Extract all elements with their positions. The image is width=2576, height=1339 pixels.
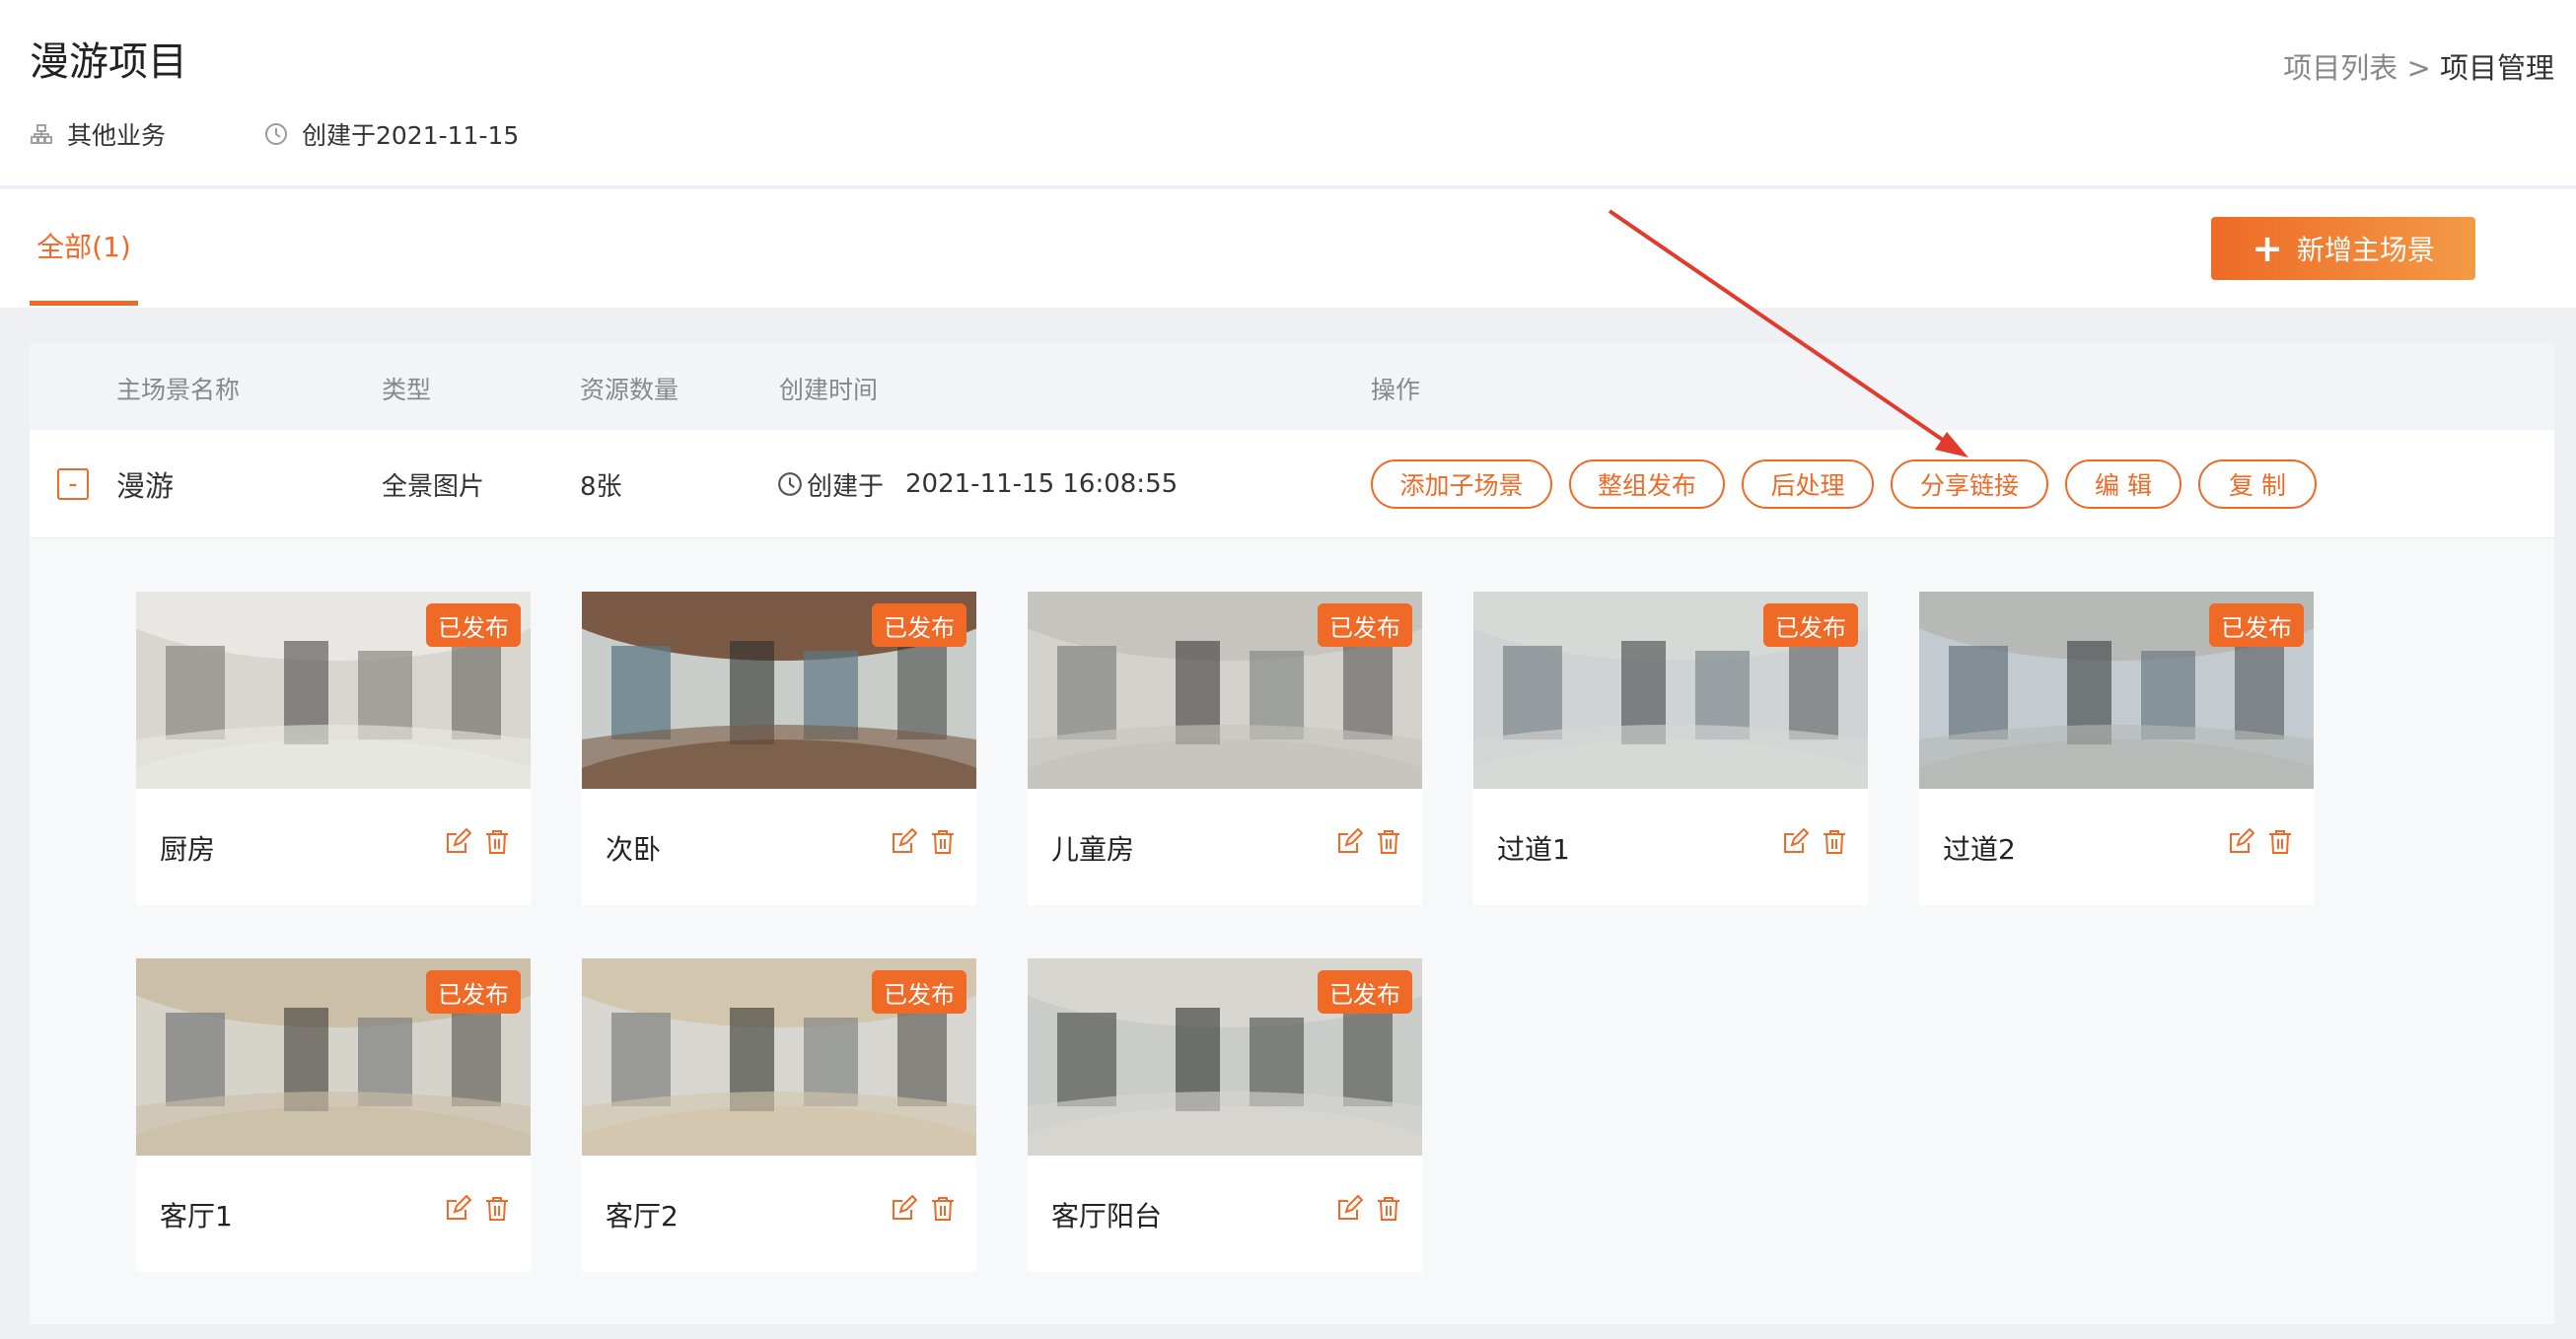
scene-card[interactable]: 已发布过道2 <box>1919 592 2314 905</box>
copy-button[interactable]: 复 制 <box>2198 459 2317 509</box>
scene-card[interactable]: 已发布过道1 <box>1473 592 1868 905</box>
category-label: 其他业务 <box>67 121 167 150</box>
scene-actions <box>1781 828 1848 856</box>
add-main-scene-button[interactable]: + 新增主场景 <box>2211 217 2475 280</box>
trash-icon[interactable] <box>2266 828 2294 856</box>
edit-icon[interactable] <box>444 1195 471 1223</box>
col-header-type: 类型 <box>382 376 432 404</box>
page-header: 漫游项目 其他业务 创建于2021-11-15 项目列表 > 项目管理 <box>0 0 2576 187</box>
scene-actions <box>2227 828 2294 856</box>
table-row: - 漫游 全景图片 8张 创建于 2021-11-15 16:08:55 添加子… <box>30 430 2554 538</box>
col-header-count: 资源数量 <box>580 376 680 404</box>
scene-actions <box>890 1195 957 1223</box>
edit-icon[interactable] <box>2227 828 2254 856</box>
breadcrumb-current: 项目管理 <box>2439 51 2554 85</box>
project-created: 创建于2021-11-15 <box>264 116 519 152</box>
published-badge: 已发布 <box>426 970 521 1014</box>
trash-icon[interactable] <box>1821 828 1848 856</box>
edit-icon[interactable] <box>1335 1195 1363 1223</box>
scene-thumbnail[interactable]: 已发布 <box>1028 958 1422 1156</box>
plus-icon: + <box>2252 227 2283 270</box>
scene-group-count: 8张 <box>580 471 622 502</box>
published-badge: 已发布 <box>426 603 521 647</box>
trash-icon[interactable] <box>929 828 957 856</box>
scene-thumbnail[interactable]: 已发布 <box>582 592 976 789</box>
created-label: 创建于2021-11-15 <box>302 121 520 150</box>
scene-thumbnail[interactable]: 已发布 <box>1473 592 1868 789</box>
scene-group-type: 全景图片 <box>382 471 485 502</box>
edit-button[interactable]: 编 辑 <box>2065 459 2182 509</box>
breadcrumb-separator: > <box>2397 51 2440 85</box>
tab-bar: 全部(1) + 新增主场景 <box>0 189 2576 308</box>
clock-icon <box>264 122 288 146</box>
page-title: 漫游项目 <box>30 39 187 85</box>
trash-icon[interactable] <box>483 1195 511 1223</box>
scene-name: 厨房 <box>160 833 216 866</box>
scene-card[interactable]: 已发布次卧 <box>582 592 976 905</box>
add-sub-scene-button[interactable]: 添加子场景 <box>1371 459 1552 509</box>
publish-group-button[interactable]: 整组发布 <box>1569 459 1725 509</box>
scene-thumbnail[interactable]: 已发布 <box>136 958 531 1156</box>
col-header-name: 主场景名称 <box>116 376 241 404</box>
project-category: 其他业务 <box>30 116 166 152</box>
col-header-created: 创建时间 <box>779 376 879 404</box>
scene-name: 过道1 <box>1497 833 1570 866</box>
trash-icon[interactable] <box>1375 828 1402 856</box>
post-process-button[interactable]: 后处理 <box>1742 459 1874 509</box>
edit-icon[interactable] <box>444 828 471 856</box>
scene-actions <box>890 828 957 856</box>
scene-name: 客厅1 <box>160 1200 233 1233</box>
published-badge: 已发布 <box>872 603 966 647</box>
scene-card[interactable]: 已发布厨房 <box>136 592 531 905</box>
created-prefix: 创建于 <box>807 471 885 502</box>
scene-card[interactable]: 已发布儿童房 <box>1028 592 1422 905</box>
row-operations: 添加子场景 整组发布 后处理 分享链接 编 辑 复 制 <box>1371 430 2317 538</box>
scene-thumbnail[interactable]: 已发布 <box>1028 592 1422 789</box>
published-badge: 已发布 <box>872 970 966 1014</box>
published-badge: 已发布 <box>2209 603 2304 647</box>
scene-card[interactable]: 已发布客厅1 <box>136 958 531 1272</box>
edit-icon[interactable] <box>890 828 917 856</box>
edit-icon[interactable] <box>1335 828 1363 856</box>
collapse-toggle[interactable]: - <box>57 468 89 500</box>
scene-name: 客厅2 <box>606 1200 679 1233</box>
scene-actions <box>444 828 511 856</box>
scene-name: 过道2 <box>1943 833 2016 866</box>
published-badge: 已发布 <box>1763 603 1858 647</box>
scene-card[interactable]: 已发布客厅2 <box>582 958 976 1272</box>
table-header: 主场景名称 类型 资源数量 创建时间 操作 <box>30 343 2554 430</box>
edit-icon[interactable] <box>1781 828 1809 856</box>
org-icon <box>30 122 53 146</box>
scene-actions <box>1335 828 1402 856</box>
scene-thumbnail[interactable]: 已发布 <box>1919 592 2314 789</box>
col-header-ops: 操作 <box>1371 376 1421 404</box>
scene-actions <box>1335 1195 1402 1223</box>
created-time: 2021-11-15 16:08:55 <box>905 469 1179 499</box>
scene-thumbnail[interactable]: 已发布 <box>136 592 531 789</box>
add-main-scene-label: 新增主场景 <box>2296 234 2435 266</box>
breadcrumb-parent[interactable]: 项目列表 <box>2283 51 2397 85</box>
tab-all[interactable]: 全部(1) <box>30 189 138 306</box>
trash-icon[interactable] <box>483 828 511 856</box>
scene-card[interactable]: 已发布客厅阳台 <box>1028 958 1422 1272</box>
clock-icon <box>777 471 803 497</box>
share-link-button[interactable]: 分享链接 <box>1891 459 2048 509</box>
scene-group-name: 漫游 <box>116 469 175 503</box>
scene-name: 次卧 <box>606 833 662 866</box>
scene-group-created: 创建于 2021-11-15 16:08:55 <box>777 430 1178 538</box>
scene-table-panel: 主场景名称 类型 资源数量 创建时间 操作 - 漫游 全景图片 8张 创建于 2… <box>30 343 2554 1324</box>
scene-name: 客厅阳台 <box>1051 1200 1163 1233</box>
scene-name: 儿童房 <box>1051 833 1135 866</box>
scene-thumbnail[interactable]: 已发布 <box>582 958 976 1156</box>
trash-icon[interactable] <box>929 1195 957 1223</box>
published-badge: 已发布 <box>1318 603 1412 647</box>
breadcrumb: 项目列表 > 项目管理 <box>2283 45 2554 87</box>
scene-actions <box>444 1195 511 1223</box>
published-badge: 已发布 <box>1318 970 1412 1014</box>
edit-icon[interactable] <box>890 1195 917 1223</box>
trash-icon[interactable] <box>1375 1195 1402 1223</box>
